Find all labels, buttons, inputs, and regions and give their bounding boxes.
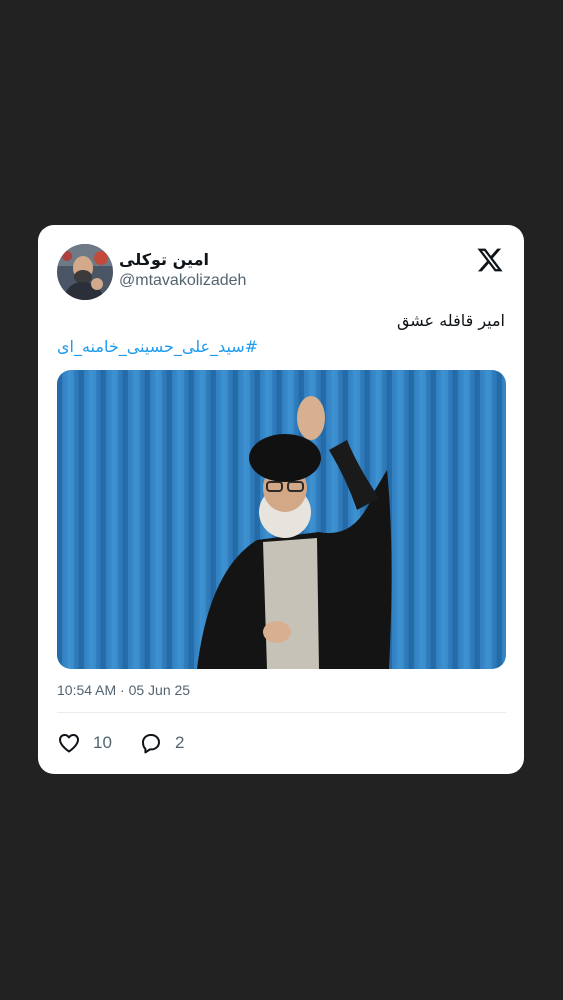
- heart-icon: [57, 731, 81, 755]
- reply-bubble-icon: [139, 731, 163, 755]
- tweet-text: امیر قافله عشق: [396, 311, 505, 330]
- reply-button[interactable]: 2: [139, 731, 184, 755]
- divider: [57, 712, 506, 713]
- author-display-name[interactable]: امین توکلی: [119, 250, 209, 269]
- x-logo-icon[interactable]: [476, 246, 504, 274]
- tweet-timestamp[interactable]: 10:54 AM · 05 Jun 25: [57, 682, 190, 698]
- avatar[interactable]: [57, 244, 113, 300]
- like-count: 10: [93, 733, 112, 752]
- author-handle[interactable]: @mtavakolizadeh: [119, 272, 246, 290]
- like-button[interactable]: 10: [57, 731, 112, 755]
- tweet-photo[interactable]: [57, 370, 506, 669]
- reply-count: 2: [175, 733, 185, 752]
- hashtag-link[interactable]: #سید_علی_حسینی_خامنه_ای: [57, 337, 258, 356]
- tweet-card: امین توکلی @mtavakolizadeh امیر قافله عش…: [38, 225, 524, 774]
